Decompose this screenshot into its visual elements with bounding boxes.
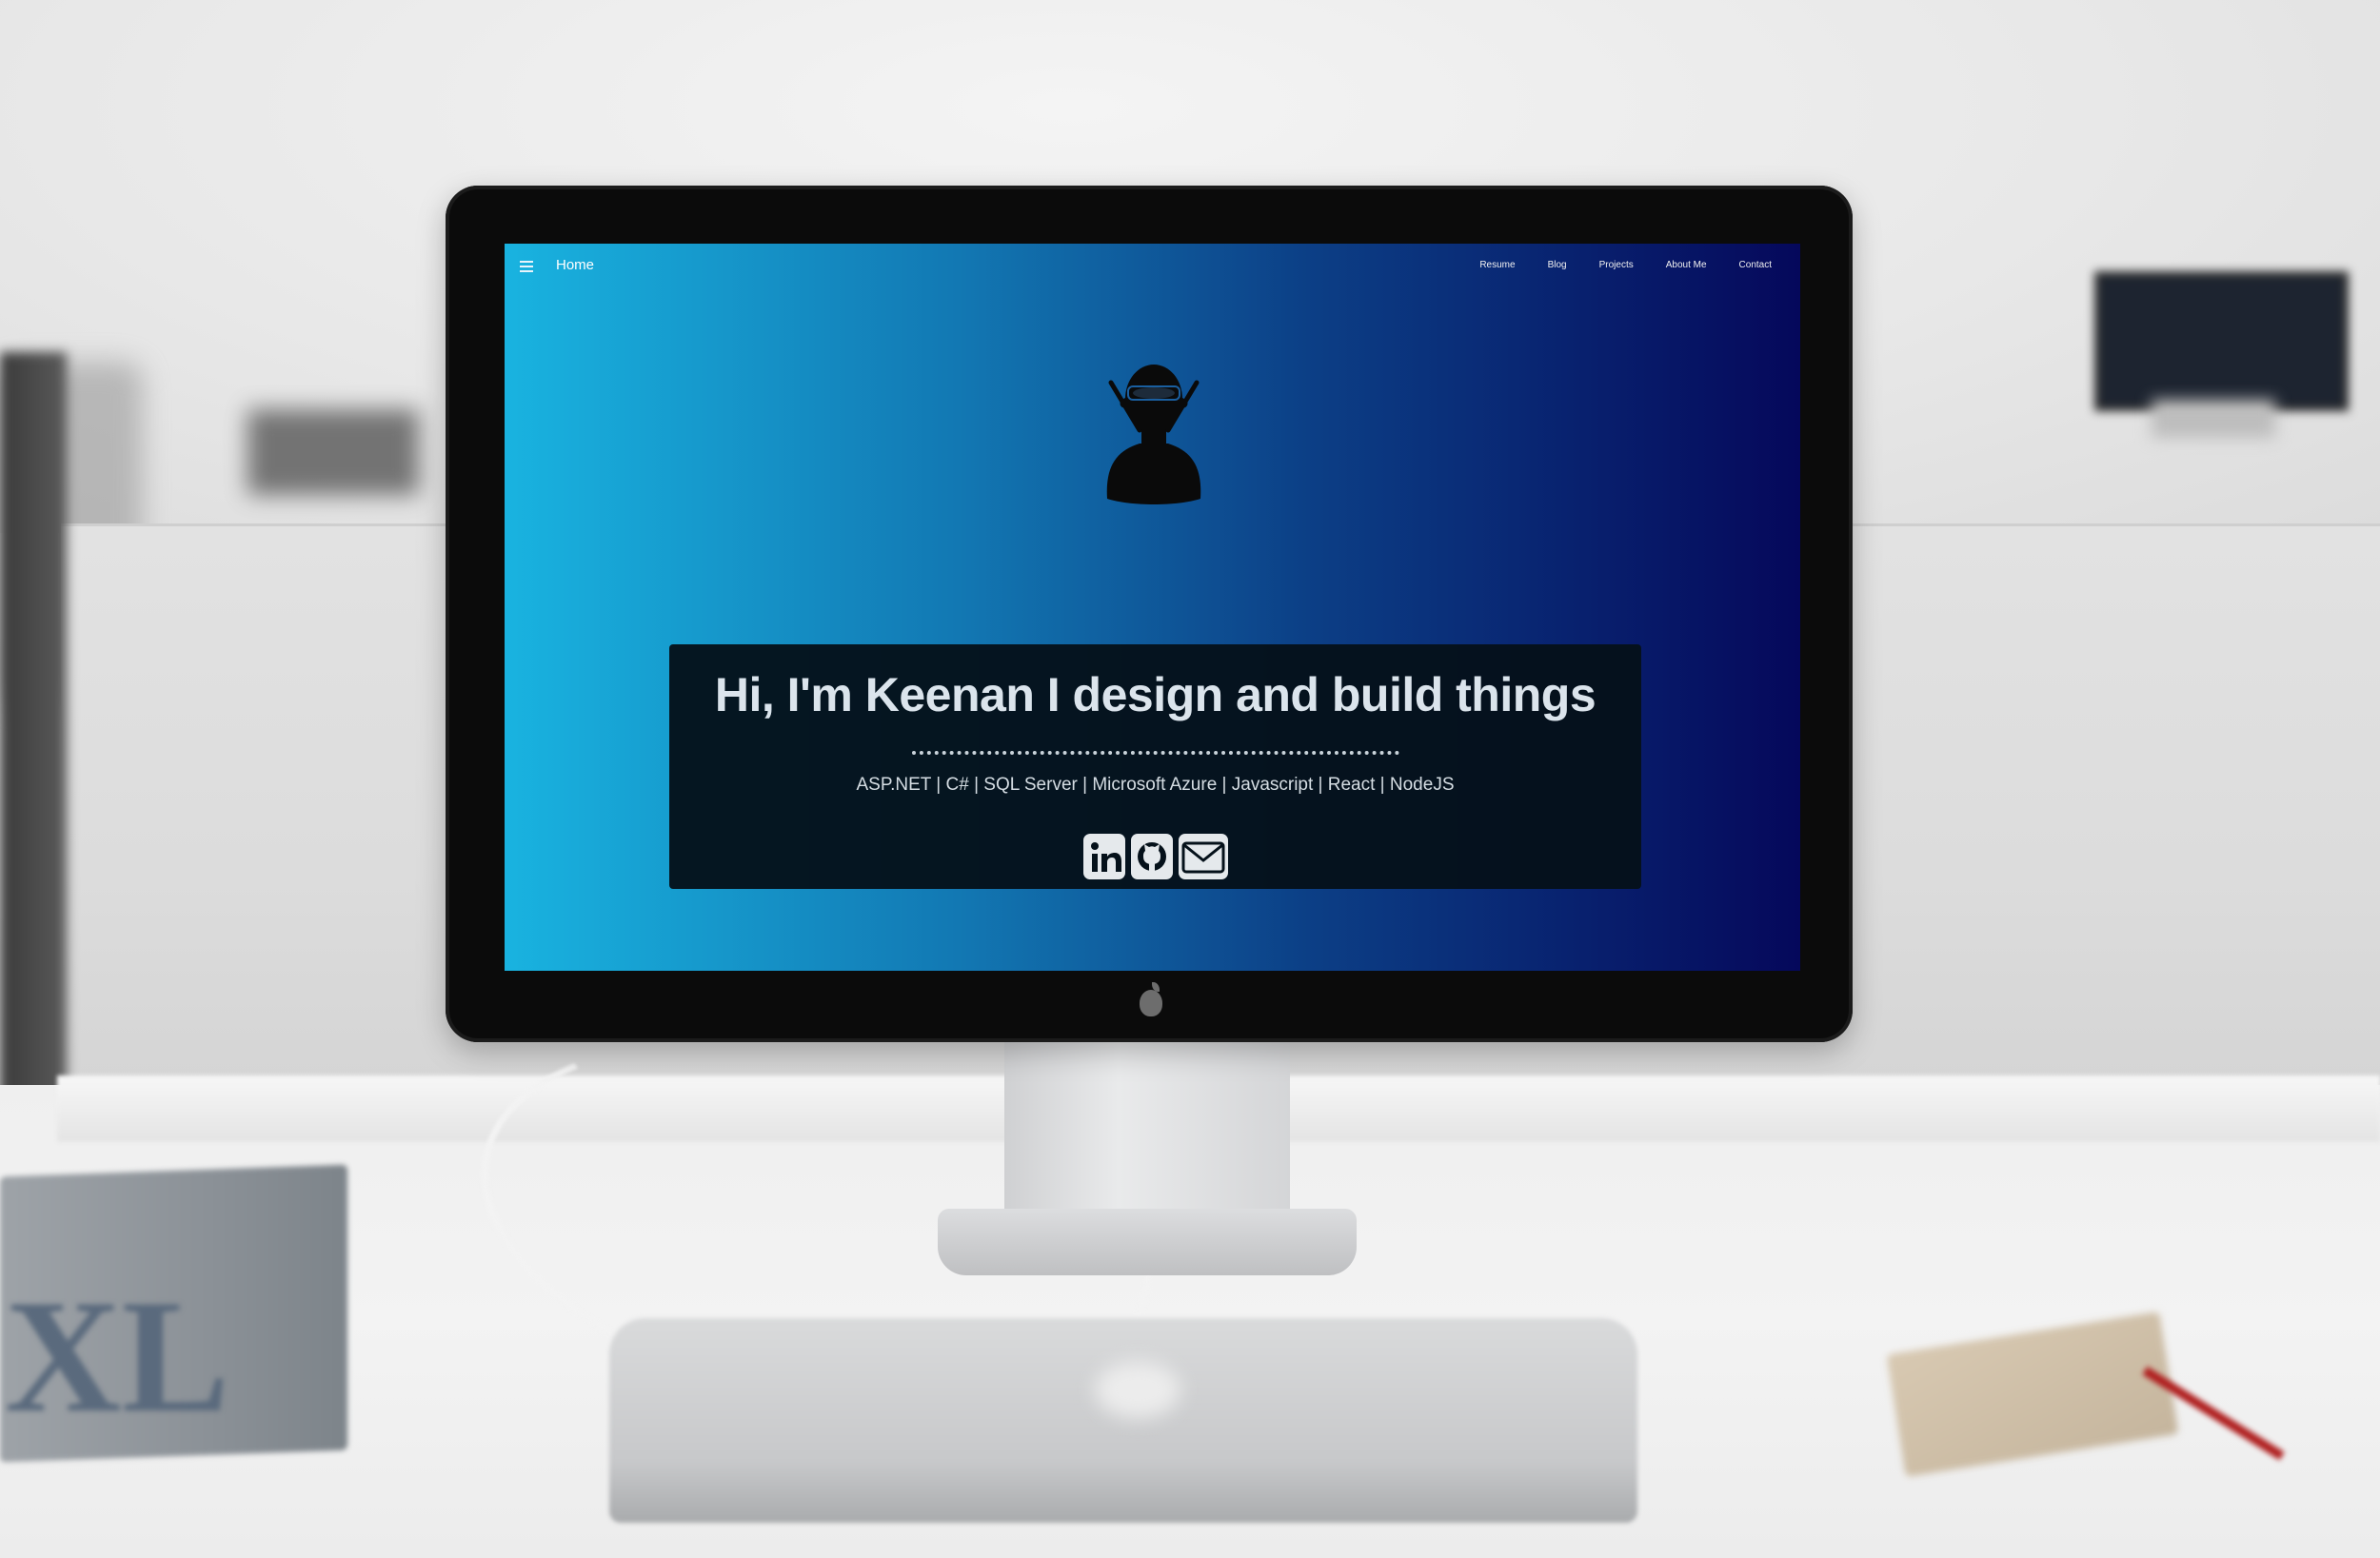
laptop-logo [1095,1361,1180,1418]
background-monitor-stand [2152,400,2275,438]
book-spine-text: XL [5,1267,230,1446]
linkedin-icon[interactable] [1082,834,1125,879]
nav-link-projects[interactable]: Projects [1599,260,1634,270]
email-icon[interactable] [1178,834,1228,879]
nav-link-about-me[interactable]: About Me [1666,260,1707,270]
nav-home-link[interactable]: Home [556,257,594,273]
background-shadow [0,352,67,1171]
background-object [248,409,419,495]
ninja-avatar-icon [1106,365,1201,504]
background-monitor [2094,271,2349,411]
social-links [669,834,1641,879]
nav-link-contact[interactable]: Contact [1739,260,1772,270]
nav-link-blog[interactable]: Blog [1548,260,1567,270]
dotted-divider [912,751,1399,755]
hero-card: Hi, I'm Keenan I design and build things… [669,644,1641,889]
github-icon[interactable] [1130,834,1173,879]
apple-logo-icon [1140,990,1162,1016]
nav-links: Resume Blog Projects About Me Contact [1479,260,1772,270]
website-screen: Home Resume Blog Projects About Me Conta… [505,244,1800,971]
navbar: Home Resume Blog Projects About Me Conta… [505,244,1800,291]
hero-skills: ASP.NET | C# | SQL Server | Microsoft Az… [856,775,1455,795]
nav-link-resume[interactable]: Resume [1479,260,1515,270]
hamburger-menu-icon[interactable] [520,261,533,272]
closed-laptop [609,1318,1637,1523]
hero-title: Hi, I'm Keenan I design and build things [714,668,1597,721]
monitor-stand-base [938,1209,1357,1275]
